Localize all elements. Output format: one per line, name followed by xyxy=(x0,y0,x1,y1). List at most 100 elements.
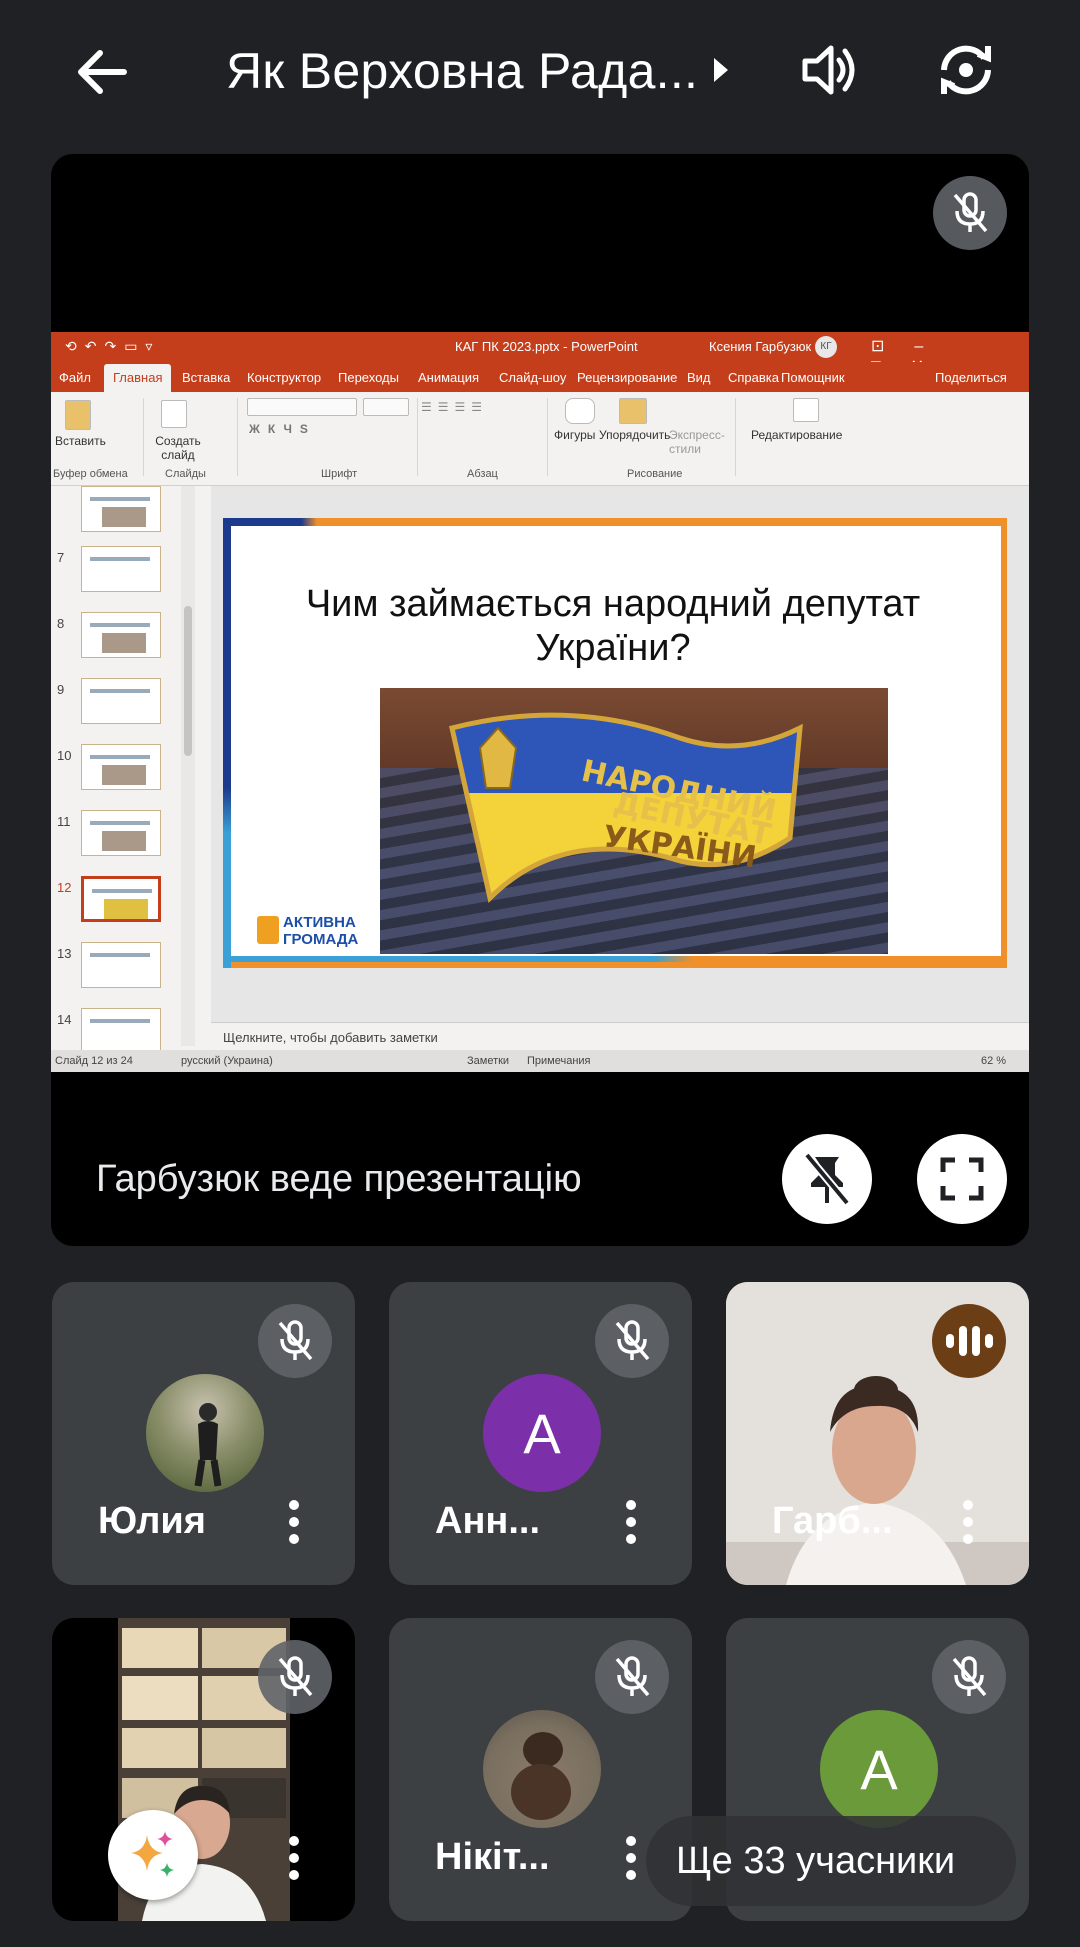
new-slide-icon xyxy=(161,400,187,428)
find-icon xyxy=(793,398,819,422)
shapes-icon xyxy=(565,398,595,424)
back-button[interactable] xyxy=(62,32,142,112)
unpin-button[interactable] xyxy=(782,1134,872,1224)
shared-screen: ⟲↶↷▭▿ КАГ ПК 2023.pptx - PowerPoint Ксен… xyxy=(51,332,1029,1072)
mic-off-badge xyxy=(932,1640,1006,1714)
more-options-button[interactable] xyxy=(274,1828,314,1888)
more-options-button[interactable] xyxy=(274,1492,314,1552)
mic-off-badge xyxy=(595,1304,669,1378)
ppt-menubar: Файл Главная Вставка Конструктор Переход… xyxy=(51,362,1029,393)
slide-thumbnail xyxy=(81,942,161,988)
more-options-button[interactable] xyxy=(611,1828,651,1888)
thumbnail-row xyxy=(51,486,201,536)
thumbnail-row: 10 xyxy=(51,744,201,794)
thumbnail-number: 14 xyxy=(57,1012,72,1027)
thumbnail-number: 12 xyxy=(57,880,72,895)
ribbon-quick-styles: Экспресс-стили xyxy=(669,428,725,456)
ppt-menu-item: Поделиться xyxy=(935,370,1007,385)
participant-name: Юлия xyxy=(98,1500,206,1542)
notes-toggle: Заметки xyxy=(467,1055,510,1067)
ribbon-editing: Редактирование xyxy=(751,428,843,442)
ppt-menu-item: Вид xyxy=(687,370,711,385)
mic-off-badge xyxy=(595,1640,669,1714)
paste-icon xyxy=(65,400,91,430)
more-participants-button[interactable]: Ще 33 учасники xyxy=(646,1816,1016,1906)
participant-name: Анн... xyxy=(435,1500,541,1542)
ppt-menu-item: Конструктор xyxy=(247,370,322,385)
ribbon-separator xyxy=(143,398,144,476)
arrange-icon xyxy=(619,398,647,424)
ribbon-paste: Вставить xyxy=(55,434,106,448)
mic-off-badge xyxy=(258,1640,332,1714)
person-photo xyxy=(194,1403,222,1487)
dog-photo xyxy=(511,1732,571,1820)
ppt-menu-item: Файл xyxy=(59,370,91,385)
switch-camera-button[interactable] xyxy=(926,30,1006,110)
ppt-menu-item-active: Главная xyxy=(104,364,172,393)
presentation-tile[interactable]: ⟲↶↷▭▿ КАГ ПК 2023.pptx - PowerPoint Ксен… xyxy=(51,154,1029,1246)
comments-toggle: Примечания xyxy=(527,1055,591,1067)
presenting-label: Гарбузюк веде презентацію xyxy=(96,1158,582,1200)
ppt-ribbon: Вставить Создать слайд ЖКЧS ☰☰☰☰ Фигуры … xyxy=(51,392,1029,486)
ribbon-group-label: Рисование xyxy=(627,468,683,480)
ribbon-arrange: Упорядочить xyxy=(599,428,671,442)
thumbnail-row: 13 xyxy=(51,942,201,992)
thumbnail-scrollbar xyxy=(181,486,195,1046)
slide-thumbnail xyxy=(81,612,161,658)
mic-off-icon xyxy=(615,1656,650,1697)
quick-access-icons: ⟲↶↷▭▿ xyxy=(65,338,161,354)
slide-thumbnail xyxy=(81,744,161,790)
slide-photo: НАРОДНИЙ ДЕПУТАТ УКРАЇНИ xyxy=(380,688,888,954)
notes-pane: Щелкните, чтобы добавить заметки xyxy=(211,1022,1029,1050)
participant-tile[interactable]: А Анн... xyxy=(389,1282,692,1585)
slide-thumbnail xyxy=(81,486,161,532)
ppt-user-name: Ксения Гарбузюк xyxy=(709,339,812,354)
slide-thumbnail xyxy=(81,1008,161,1054)
more-options-button[interactable] xyxy=(948,1492,988,1552)
thumbnail-row: 12 xyxy=(51,876,201,926)
participant-name: Нікіт... xyxy=(435,1836,550,1878)
participant-tile[interactable] xyxy=(52,1618,355,1921)
chevron-right-icon[interactable] xyxy=(706,50,736,90)
ribbon-separator xyxy=(735,398,736,476)
participant-tile[interactable]: Юлия xyxy=(52,1282,355,1585)
mic-off-icon xyxy=(953,192,988,233)
ppt-menu-item: Переходы xyxy=(338,370,399,385)
ppt-menu-item: Анимация xyxy=(418,370,480,385)
ppt-menu-item: Помощник xyxy=(781,370,845,385)
sparkle-icon xyxy=(131,1831,174,1877)
mic-off-icon xyxy=(278,1656,313,1697)
paragraph-glyphs: ☰☰☰☰ xyxy=(421,400,489,414)
avatar: А xyxy=(483,1374,601,1492)
arrow-left-icon xyxy=(78,50,127,94)
speaking-indicator xyxy=(932,1304,1006,1378)
ppt-menu-item: Справка xyxy=(728,370,779,385)
participant-tile[interactable]: Нікіт... xyxy=(389,1618,692,1921)
mic-off-icon xyxy=(615,1320,650,1361)
unpin-icon xyxy=(803,1152,851,1206)
fullscreen-button[interactable] xyxy=(917,1134,1007,1224)
ribbon-group-label: Буфер обмена xyxy=(53,468,128,480)
mic-off-icon xyxy=(952,1656,987,1697)
deputy-badge-image: НАРОДНИЙ ДЕПУТАТ УКРАЇНИ xyxy=(449,712,803,903)
slide-canvas: Чим займається народний депутат України? xyxy=(211,486,1029,1046)
thumbnail-number: 11 xyxy=(57,814,71,829)
participant-name: Гарб... xyxy=(772,1500,893,1542)
audio-output-button[interactable] xyxy=(790,30,870,110)
zoom-level: 62 % xyxy=(981,1055,1007,1067)
ribbon-group-label: Слайды xyxy=(165,468,206,480)
font-name-box xyxy=(247,398,357,416)
effects-button[interactable] xyxy=(108,1810,198,1900)
thumbnail-number: 13 xyxy=(57,946,72,961)
ppt-document-title: КАГ ПК 2023.pptx - PowerPoint xyxy=(455,339,638,354)
participant-tile[interactable]: Гарб... xyxy=(726,1282,1029,1585)
slide-thumbnail xyxy=(81,810,161,856)
slide-thumbnail xyxy=(81,678,161,724)
more-options-button[interactable] xyxy=(611,1492,651,1552)
ribbon-group-label: Абзац xyxy=(467,468,498,480)
volume-icon xyxy=(802,45,855,95)
mic-off-badge xyxy=(258,1304,332,1378)
ribbon-new-slide: Создать слайд xyxy=(155,434,201,462)
meeting-title[interactable]: Як Верховна Рада... xyxy=(226,38,696,104)
language-label: русский (Украина) xyxy=(181,1055,273,1067)
